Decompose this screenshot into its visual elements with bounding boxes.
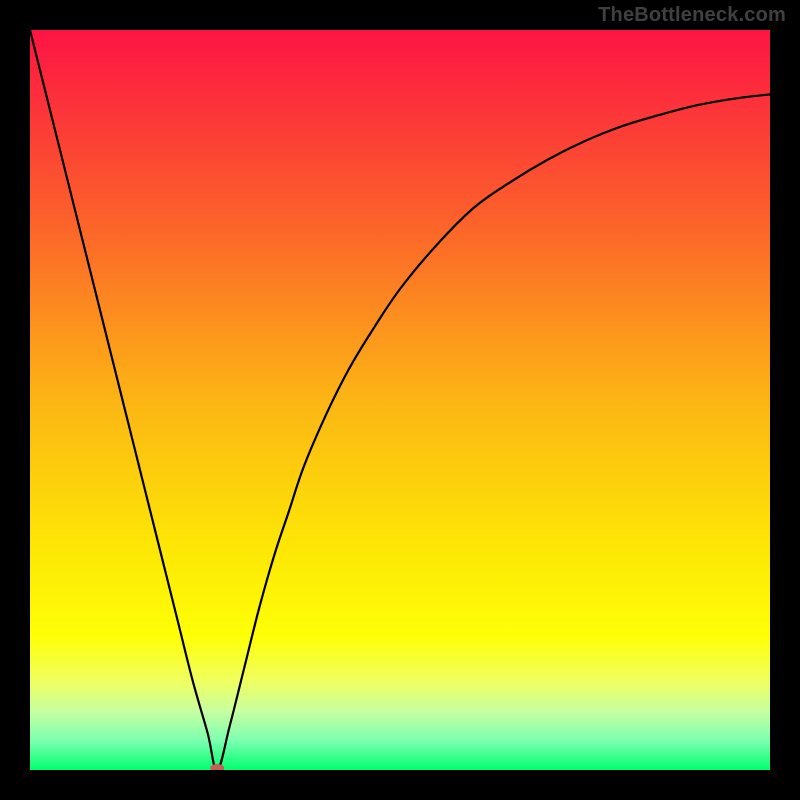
curve-layer	[30, 30, 770, 770]
minimum-marker	[210, 764, 224, 770]
bottleneck-curve	[30, 30, 770, 770]
plot-area	[30, 30, 770, 770]
watermark-text: TheBottleneck.com	[598, 4, 786, 27]
chart-frame: TheBottleneck.com	[0, 0, 800, 800]
